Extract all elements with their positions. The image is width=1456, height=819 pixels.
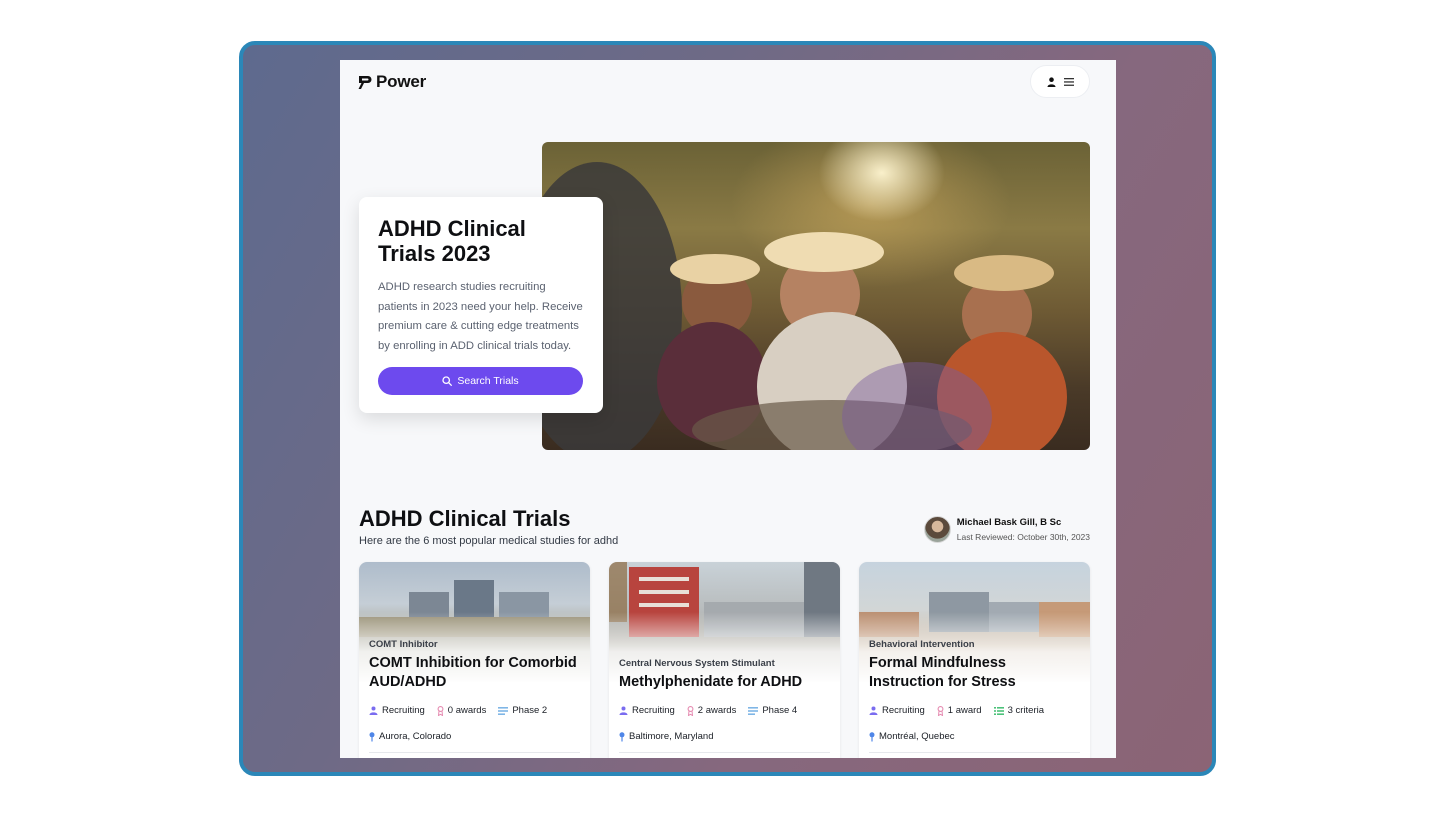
card-awards: 0 awards [447,705,487,716]
card-criteria: 3 criteria [1007,705,1045,716]
person-icon [369,706,378,715]
phase-icon [748,706,759,715]
card-meta: Recruiting 0 awards Phase 2 [369,705,547,716]
menu-icon [1063,77,1074,86]
phase-icon [498,706,509,715]
hero-card: ADHD Clinical Trials 2023 ADHD research … [359,197,603,413]
card-status: Recruiting [382,705,425,716]
card-location: Baltimore, Maryland [629,731,714,742]
avatar [923,516,951,543]
card-status: Recruiting [632,705,675,716]
section-title: ADHD Clinical Trials [359,506,571,531]
user-icon [1047,76,1055,87]
logo[interactable]: Power [358,72,426,92]
pin-icon [369,731,375,741]
card-divider [619,752,830,753]
search-icon [442,376,453,386]
card-meta: Recruiting 2 awards Phase 4 [619,705,797,716]
person-icon [619,706,628,715]
card-location-row: Montréal, Quebec [869,731,955,742]
section-subtitle: Here are the 6 most popular medical stud… [359,535,619,547]
hero-title: ADHD Clinical Trials 2023 [378,216,526,266]
trial-card[interactable]: COMT Inhibitor COMT Inhibition for Comor… [359,562,590,758]
card-title[interactable]: COMT Inhibition for Comorbid AUD/ADHD [369,654,580,692]
reviewer: Michael Bask Gill, B Sc Last Reviewed: O… [923,516,1090,543]
ribbon-icon [937,705,944,716]
search-trials-label: Search Trials [457,375,519,387]
ribbon-icon [687,705,694,716]
card-location: Aurora, Colorado [379,731,452,742]
person-icon [869,706,878,715]
pin-icon [619,731,625,741]
hero-description: ADHD research studies recruiting patient… [378,281,583,352]
card-location: Montréal, Quebec [879,731,955,742]
card-location-row: Baltimore, Maryland [619,731,713,742]
card-category: Behavioral Intervention [869,639,975,650]
browser-frame: Power ADHD Clinical Trials 2023 ADHD res… [239,41,1216,776]
card-phase: Phase 4 [762,705,798,716]
card-title[interactable]: Formal Mindfulness Instruction for Stres… [869,654,1080,692]
reviewer-date: Last Reviewed: October 30th, 2023 [956,532,1090,542]
card-phase: Phase 2 [512,705,548,716]
card-meta: Recruiting 1 award 3 criteria [869,705,1044,716]
card-category: COMT Inhibitor [369,639,438,650]
account-menu-button[interactable] [1030,65,1090,98]
card-divider [869,752,1080,753]
ribbon-icon [437,705,444,716]
card-title[interactable]: Methylphenidate for ADHD [619,673,830,692]
page: Power ADHD Clinical Trials 2023 ADHD res… [340,60,1116,758]
search-trials-button[interactable]: Search Trials [378,367,583,395]
list-icon [993,706,1004,715]
card-location-row: Aurora, Colorado [369,731,451,742]
reviewer-name[interactable]: Michael Bask Gill, B Sc [957,517,1090,528]
card-divider [369,752,580,753]
card-awards: 2 awards [697,705,737,716]
pin-icon [869,731,875,741]
card-status: Recruiting [882,705,925,716]
trial-card[interactable]: Behavioral Intervention Formal Mindfulne… [859,562,1090,758]
trial-card[interactable]: Central Nervous System Stimulant Methylp… [609,562,840,758]
card-awards: 1 award [947,705,982,716]
card-category: Central Nervous System Stimulant [619,658,775,669]
logo-mark-icon [358,75,372,89]
brand-name: Power [376,72,427,91]
hero-image [542,142,1090,450]
